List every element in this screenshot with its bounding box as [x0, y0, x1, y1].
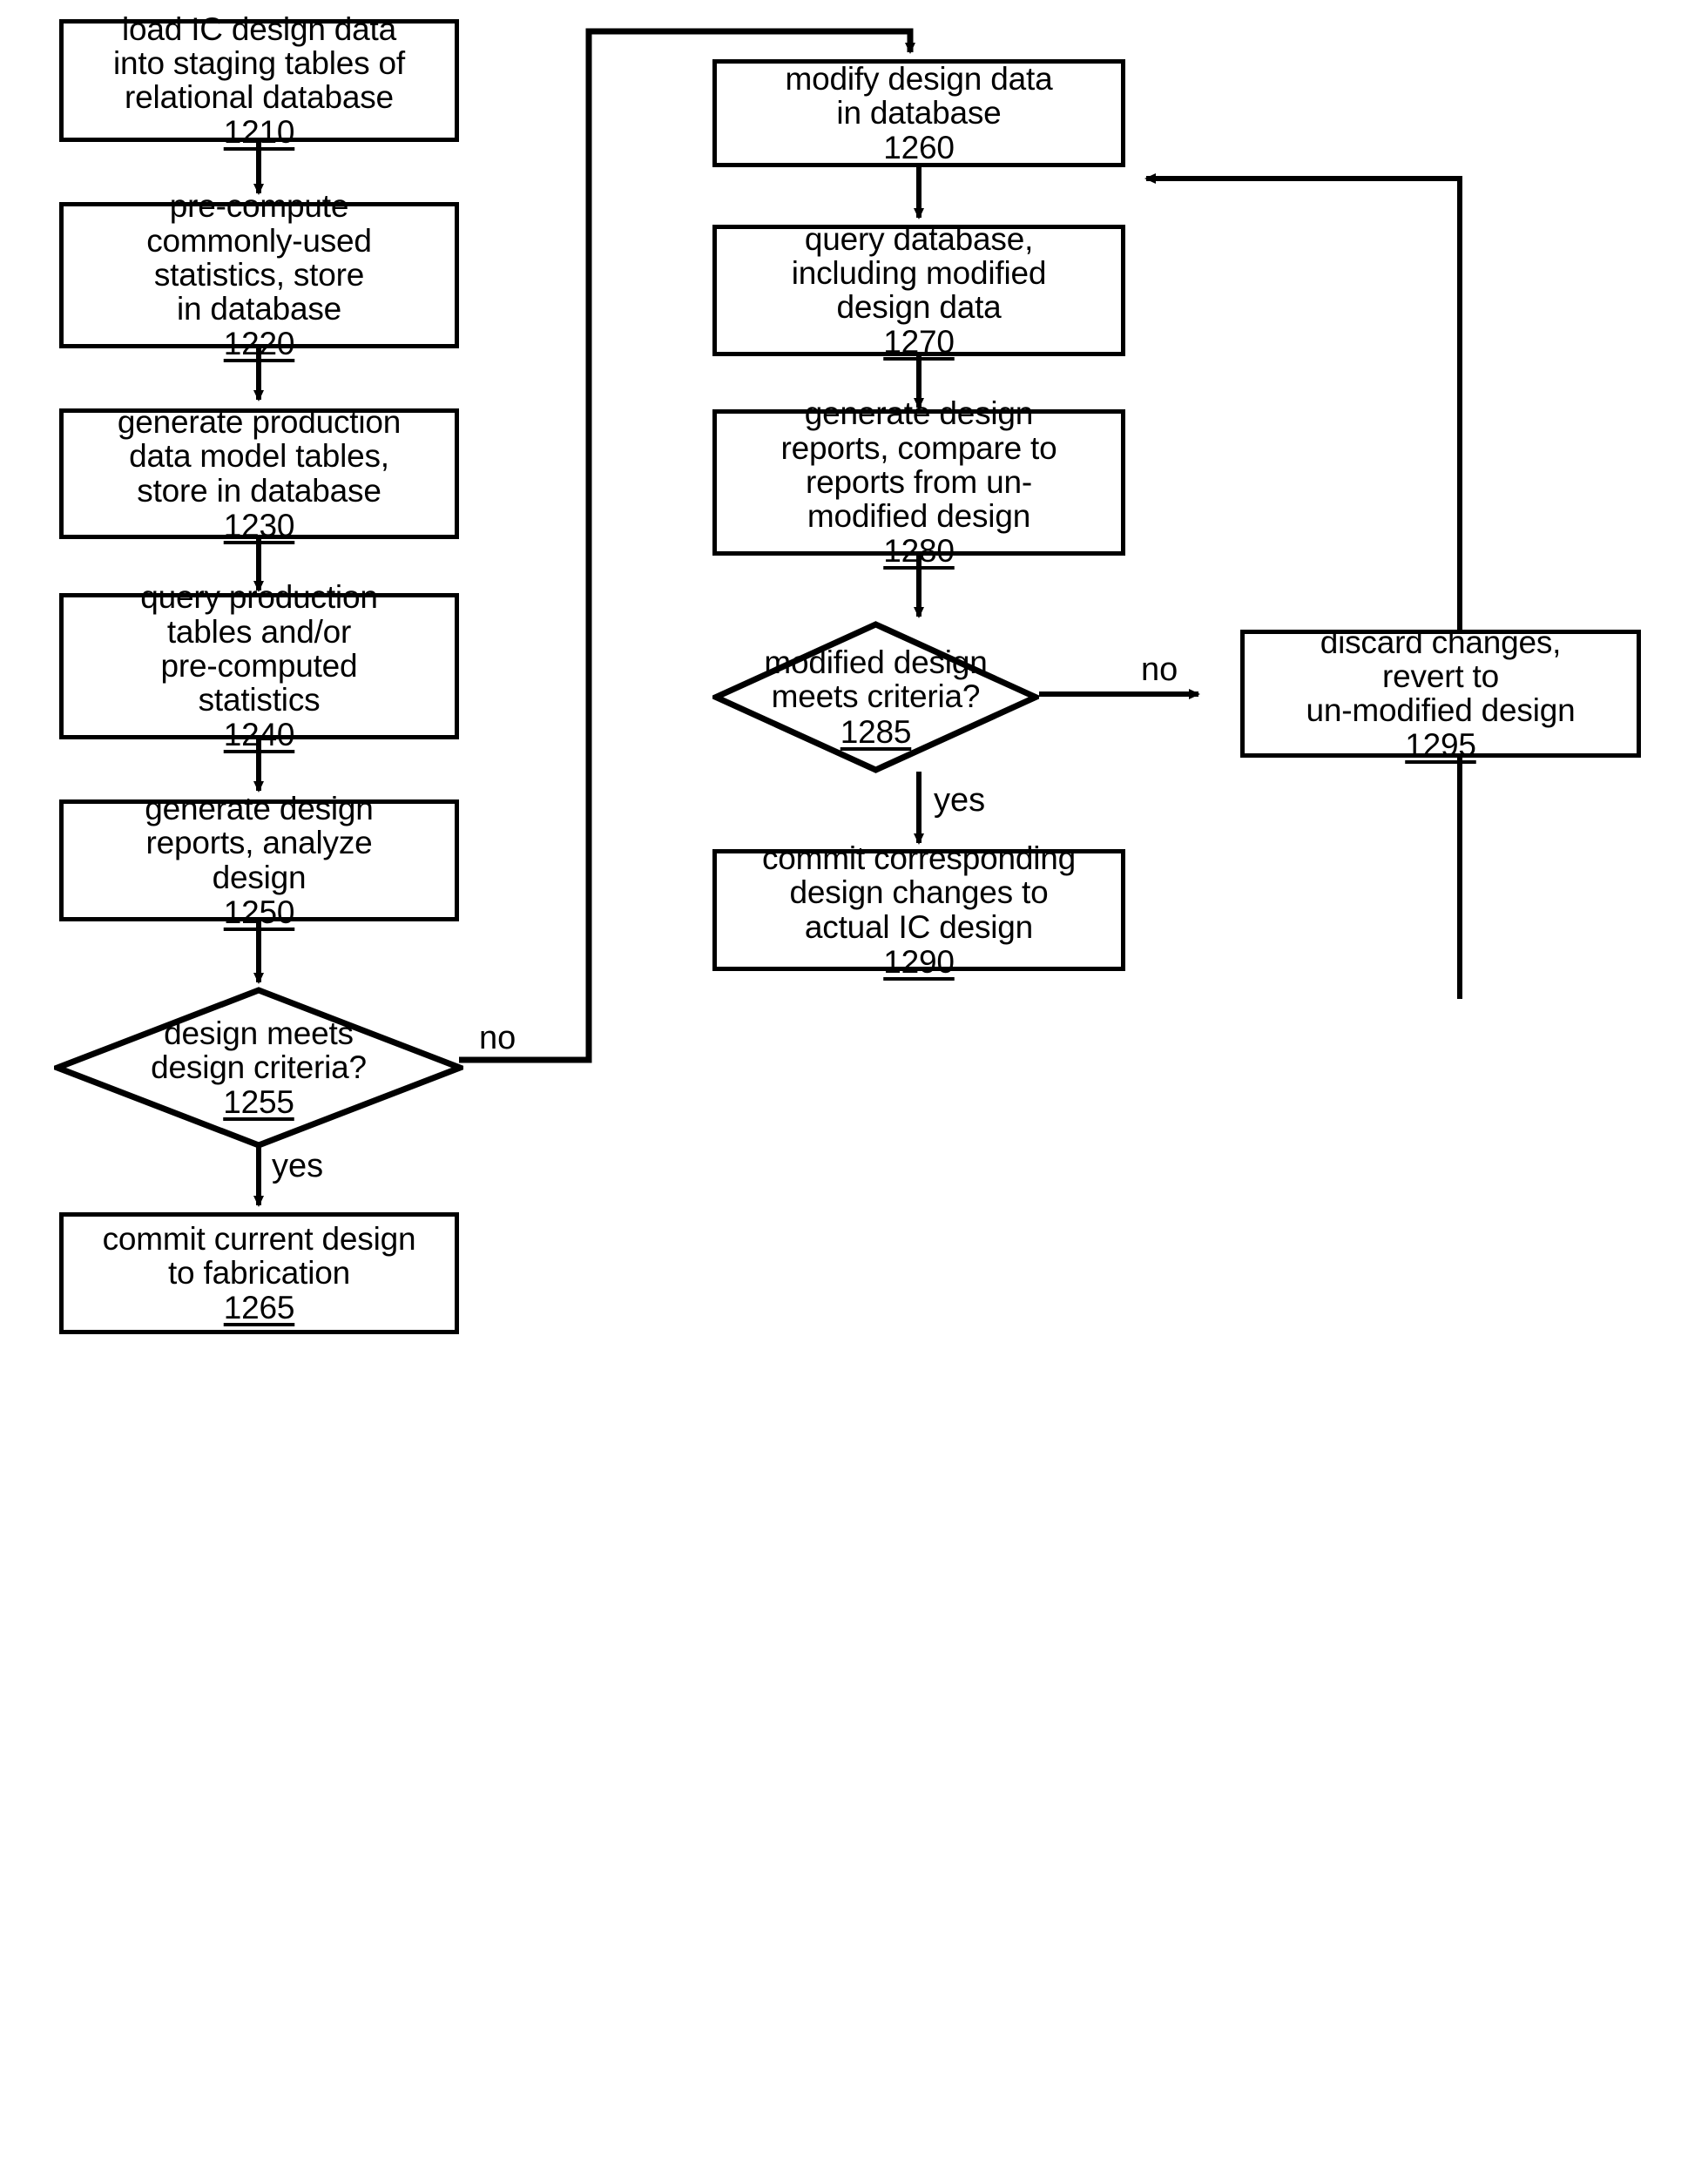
node-label-1295: discard changes, revert to un-modified d…: [1306, 624, 1576, 764]
node-label-1210: load IC design data into staging tables …: [113, 10, 405, 151]
decision-node-1285[interactable]: modified design meets criteria? 1285: [712, 621, 1039, 773]
node-ref-1290: 1290: [883, 943, 955, 980]
process-node-1220[interactable]: pre-compute commonly-used statistics, st…: [59, 189, 459, 361]
process-node-1265[interactable]: commit current design to fabrication 126…: [59, 1212, 459, 1334]
edge-label-no-1255: no: [479, 1020, 516, 1056]
node-ref-1280: 1280: [883, 533, 955, 570]
node-ref-1260: 1260: [883, 130, 955, 166]
node-label-1265: commit current design to fabrication 126…: [102, 1220, 416, 1326]
decision-node-1255[interactable]: design meets design criteria? 1255: [54, 987, 463, 1149]
node-label-1280: generate design reports, compare to repo…: [780, 395, 1057, 570]
process-node-1260[interactable]: modify design data in database 1260: [712, 59, 1125, 167]
flowchart-canvas: load IC design data into staging tables …: [0, 0, 1708, 2172]
node-ref-1270: 1270: [883, 324, 955, 361]
node-ref-1295: 1295: [1405, 727, 1476, 764]
process-node-1240[interactable]: query production tables and/or pre-compu…: [59, 580, 459, 752]
node-ref-1285: 1285: [840, 713, 912, 750]
process-node-1290[interactable]: commit corresponding design changes to a…: [712, 841, 1125, 979]
edge-label-no-1285: no: [1141, 651, 1178, 688]
node-label-1240: query production tables and/or pre-compu…: [140, 579, 378, 753]
node-label-1260: modify design data in database 1260: [785, 60, 1053, 166]
node-ref-1265: 1265: [223, 1290, 295, 1326]
edge-label-yes-1285: yes: [934, 782, 986, 819]
node-ref-1250: 1250: [223, 894, 295, 930]
process-node-1295[interactable]: discard changes, revert to un-modified d…: [1240, 624, 1641, 762]
node-label-1285: modified design meets criteria? 1285: [764, 644, 988, 750]
node-label-1220: pre-compute commonly-used statistics, st…: [146, 188, 372, 362]
node-ref-1210: 1210: [223, 114, 295, 151]
node-ref-1230: 1230: [223, 507, 295, 543]
edge-label-yes-1255: yes: [272, 1148, 324, 1184]
node-label-1250: generate design reports, analyze design …: [145, 791, 374, 930]
node-ref-1255: 1255: [223, 1084, 294, 1121]
edge-1295-to-1260: [1144, 173, 1462, 999]
process-node-1280[interactable]: generate design reports, compare to repo…: [712, 396, 1125, 569]
node-label-1255: design meets design criteria? 1255: [151, 1015, 367, 1121]
node-ref-1240: 1240: [223, 717, 295, 753]
node-label-1270: query database, including modified desig…: [791, 220, 1047, 361]
process-node-1230[interactable]: generate production data model tables, s…: [59, 405, 459, 543]
process-node-1270[interactable]: query database, including modified desig…: [712, 221, 1125, 359]
node-ref-1220: 1220: [223, 326, 295, 362]
node-label-1290: commit corresponding design changes to a…: [762, 840, 1076, 980]
process-node-1250[interactable]: generate design reports, analyze design …: [59, 792, 459, 929]
node-label-1230: generate production data model tables, s…: [117, 404, 402, 543]
process-node-1210[interactable]: load IC design data into staging tables …: [59, 11, 459, 149]
